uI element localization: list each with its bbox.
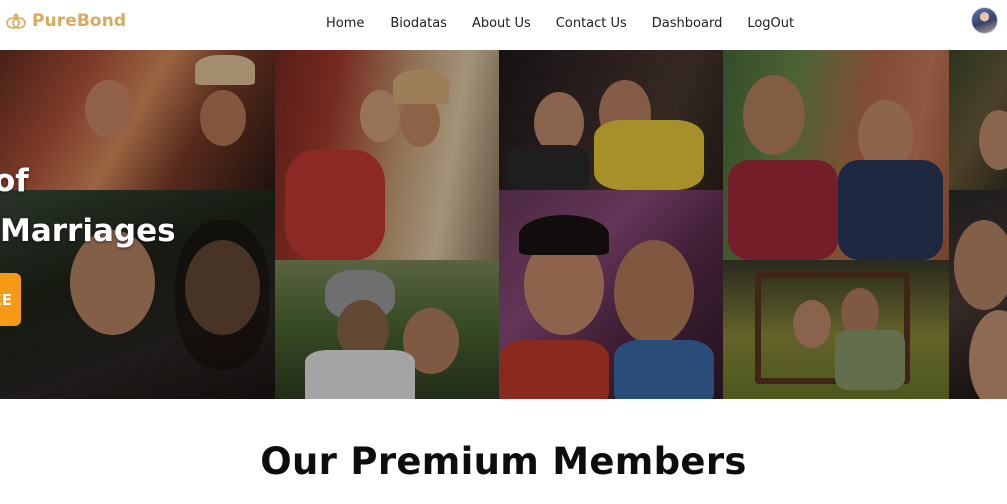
- brand[interactable]: PureBond: [4, 10, 126, 32]
- nav-biodatas[interactable]: Biodatas: [390, 16, 447, 31]
- hero-cta-button[interactable]: EE: [0, 273, 21, 326]
- hero-heading-line-2: Marriages: [0, 213, 176, 249]
- nav-contact-us[interactable]: Contact Us: [556, 16, 627, 31]
- rings-logo-icon: [4, 12, 28, 30]
- hero-heading-line-1: of: [0, 163, 29, 199]
- couple-photo: [723, 50, 949, 260]
- hero-banner: of Marriages EE: [0, 50, 1007, 399]
- couple-photo: [723, 260, 949, 399]
- nav-logout[interactable]: LogOut: [747, 16, 794, 31]
- couple-photo: [275, 260, 499, 399]
- couple-photo: [0, 50, 275, 190]
- brand-name: PureBond: [32, 11, 127, 31]
- nav-about-us[interactable]: About Us: [472, 16, 531, 31]
- couple-photo: [949, 50, 1007, 190]
- couple-photo: [949, 190, 1007, 399]
- nav-dashboard[interactable]: Dashboard: [652, 16, 723, 31]
- top-navbar: PureBond Home Biodatas About Us Contact …: [0, 0, 1007, 50]
- nav-links: Home Biodatas About Us Contact Us Dashbo…: [326, 13, 794, 33]
- couple-photo: [499, 50, 723, 190]
- couple-photo: [499, 190, 723, 399]
- premium-members-title: Our Premium Members: [260, 440, 747, 483]
- nav-home[interactable]: Home: [326, 16, 364, 31]
- couple-photo: [275, 50, 499, 260]
- user-avatar-icon[interactable]: [971, 7, 998, 34]
